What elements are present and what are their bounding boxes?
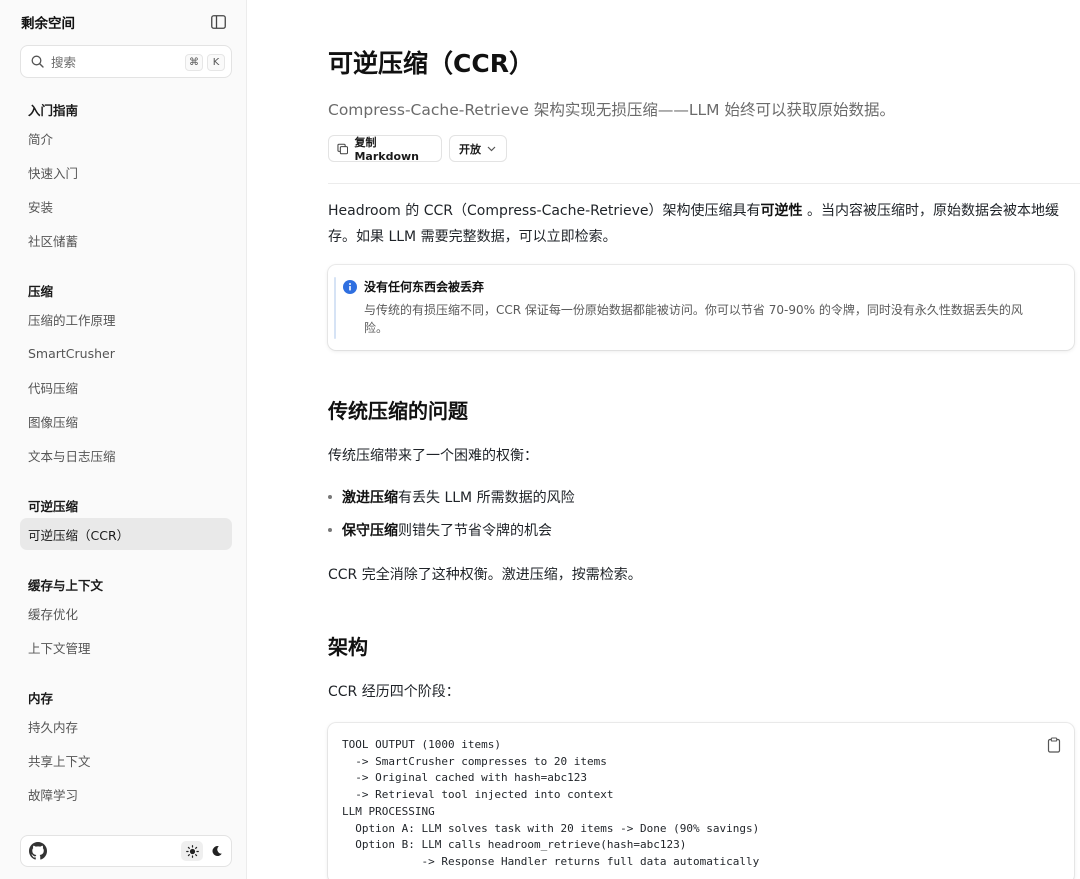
heading-architecture: 架构: [328, 635, 368, 659]
github-icon[interactable]: [29, 842, 47, 860]
copy-icon: [337, 143, 349, 154]
sidebar-panel-icon: [210, 15, 226, 29]
sidebar-item-ccr[interactable]: 可逆压缩（CCR）: [20, 518, 232, 550]
code-line: Option B: LLM calls headroom_retrieve(ha…: [342, 838, 687, 852]
intro-text-c: 。当内容被压缩时，原始数据会被本地缓: [802, 203, 1059, 219]
sidebar-footer: [20, 835, 232, 867]
sidebar-item-install[interactable]: 安装: [20, 190, 232, 222]
search-icon: [29, 54, 45, 70]
code-line: -> SmartCrusher compresses to 20 items: [342, 754, 607, 768]
intro-bold: 可逆性: [760, 203, 803, 219]
intro-text-a: Headroom 的 CCR（Compress-Cache-Retrieve）架…: [328, 203, 761, 219]
sidebar-item-image-compression[interactable]: 图像压缩: [20, 405, 232, 437]
nav-section-compression: 压缩: [28, 284, 54, 299]
bullet-text: 有丢失 LLM 所需数据的风险: [398, 490, 575, 506]
code-line: TOOL OUTPUT (1000 items): [342, 738, 501, 751]
copy-markdown-button[interactable]: 复制 Markdown: [328, 135, 442, 163]
chevron-down-icon: [487, 146, 496, 151]
callout-title: 没有任何东西会被丢弃: [364, 280, 485, 294]
search-placeholder: 搜索: [51, 55, 77, 70]
open-dropdown-button[interactable]: 开放: [449, 135, 507, 162]
list-item: 激进压缩 有丢失 LLM 所需数据的风险: [328, 487, 575, 507]
light-theme-button[interactable]: [181, 841, 203, 861]
nav-section-reversible: 可逆压缩: [28, 499, 79, 514]
callout-line-1: 与传统的有损压缩不同，CCR 保证每一份原始数据都能被访问。你可以节省 70-9…: [364, 303, 1023, 317]
callout-body: 与传统的有损压缩不同，CCR 保证每一份原始数据都能被访问。你可以节省 70-9…: [364, 301, 1064, 337]
sun-icon: [185, 844, 199, 858]
callout-bar: [334, 277, 336, 339]
code-line: Option A: LLM solves task with 20 items …: [342, 821, 760, 835]
bullet-text: 则错失了节省令牌的机会: [398, 523, 552, 539]
sidebar-item-quickstart[interactable]: 快速入门: [20, 156, 232, 188]
info-callout: 没有任何东西会被丢弃 与传统的有损压缩不同，CCR 保证每一份原始数据都能被访问…: [328, 265, 1074, 350]
sidebar-toggle-button[interactable]: [208, 12, 228, 32]
code-line: -> Original cached with hash=abc123: [342, 771, 588, 785]
copy-markdown-label: 复制 Markdown: [354, 136, 420, 163]
sidebar: 剩余空间 搜索 ⌘ K 入门指南 简介 快速入门 安装 社区储蓄 压缩 压缩的工…: [0, 0, 247, 879]
search-box[interactable]: 搜索 ⌘ K: [20, 45, 232, 78]
bullet-bold: 激进压缩: [342, 490, 398, 506]
page-title: 可逆压缩（CCR）: [328, 49, 534, 78]
site-brand[interactable]: 剩余空间: [21, 12, 75, 32]
bullet-dot: [328, 528, 332, 532]
bullet-dot: [328, 495, 332, 499]
nav-section-getting-started: 入门指南: [28, 103, 79, 118]
page-subtitle: Compress-Cache-Retrieve 架构实现无损压缩——LLM 始终…: [328, 101, 895, 119]
kbd-k: K: [207, 54, 225, 71]
dark-theme-button[interactable]: [207, 841, 227, 861]
intro-text-2: 存。如果 LLM 需要完整数据，可以立即检索。: [328, 229, 617, 245]
info-icon: [343, 280, 357, 294]
sidebar-item-cache-optimization[interactable]: 缓存优化: [20, 597, 232, 629]
nav-section-memory: 内存: [28, 691, 54, 706]
sidebar-item-context-management[interactable]: 上下文管理: [20, 631, 232, 663]
intro-paragraph: Headroom 的 CCR（Compress-Cache-Retrieve）架…: [328, 198, 1059, 250]
kbd-cmd: ⌘: [185, 54, 203, 71]
bullet-bold: 保守压缩: [342, 523, 398, 539]
open-label: 开放: [459, 142, 481, 156]
sidebar-item-shared-context[interactable]: 共享上下文: [20, 744, 232, 776]
code-line: LLM PROCESSING: [342, 804, 435, 818]
sidebar-item-community-savings[interactable]: 社区储蓄: [20, 224, 232, 256]
code-line: -> Retrieval tool injected into context: [342, 788, 614, 802]
architecture-intro: CCR 经历四个阶段：: [328, 684, 460, 700]
code-block[interactable]: TOOL OUTPUT (1000 items) -> SmartCrusher…: [328, 723, 1074, 879]
nav-section-cache-context: 缓存与上下文: [28, 578, 104, 593]
list-item: 保守压缩 则错失了节省令牌的机会: [328, 520, 552, 540]
sidebar-item-intro[interactable]: 简介: [20, 122, 232, 154]
clipboard-icon[interactable]: [1046, 737, 1062, 753]
sidebar-item-code-compression[interactable]: 代码压缩: [20, 371, 232, 403]
sidebar-item-smartcrusher[interactable]: SmartCrusher: [20, 337, 232, 369]
sidebar-item-text-log-compression[interactable]: 文本与日志压缩: [20, 439, 232, 471]
code-content: TOOL OUTPUT (1000 items) -> SmartCrusher…: [342, 737, 759, 871]
sidebar-item-how-it-works[interactable]: 压缩的工作原理: [20, 303, 232, 335]
header-divider: [328, 183, 1080, 184]
problem-conclusion: CCR 完全消除了这种权衡。激进压缩，按需检索。: [328, 567, 642, 583]
code-line: -> Response Handler returns full data au…: [342, 854, 760, 868]
sidebar-item-failure-learning[interactable]: 故障学习: [20, 778, 232, 810]
callout-line-2: 险。: [364, 321, 389, 335]
moon-icon: [212, 846, 222, 857]
main-content: 可逆压缩（CCR） Compress-Cache-Retrieve 架构实现无损…: [248, 0, 1080, 879]
sidebar-item-persistent-memory[interactable]: 持久内存: [20, 710, 232, 742]
heading-problem: 传统压缩的问题: [328, 399, 468, 423]
problem-intro: 传统压缩带来了一个困难的权衡：: [328, 448, 538, 464]
